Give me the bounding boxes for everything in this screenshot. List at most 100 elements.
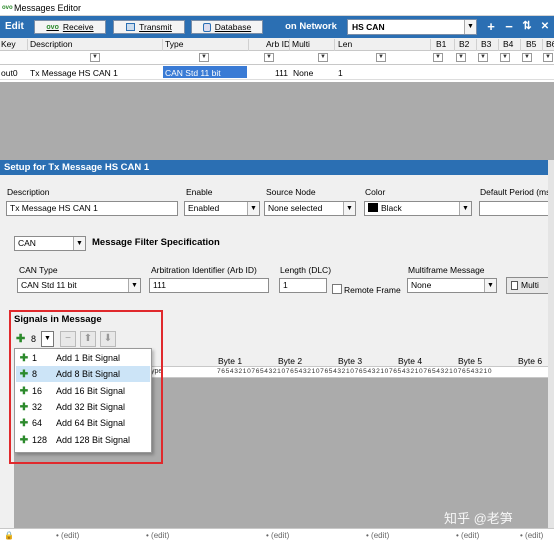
default-period-label: Default Period (ms) — [480, 187, 554, 197]
edit-cell[interactable]: • (edit) — [366, 531, 389, 540]
chevron-down-icon: ▼ — [128, 279, 140, 292]
grid-header: Key Description Type Arb ID Multi Len B1… — [0, 38, 554, 51]
byte-header: Byte 2 — [278, 356, 303, 366]
add-icon[interactable]: + — [484, 20, 498, 34]
toolbar: Edit ovo Receive Transmit Database on Ne… — [0, 16, 554, 38]
arbid-field[interactable]: 111 — [149, 278, 269, 293]
chevron-down-icon: ▼ — [343, 202, 355, 215]
edit-cell[interactable]: • (edit) — [146, 531, 169, 540]
network-select[interactable]: HS CAN ▼ — [347, 19, 477, 35]
col-key[interactable]: Key — [1, 39, 16, 49]
receive-icon: ovo — [46, 23, 59, 31]
multiframe-label: Multiframe Message — [408, 265, 485, 275]
multi-button[interactable]: Multi — [506, 277, 554, 294]
close-icon[interactable]: ✕ — [538, 20, 552, 34]
color-select[interactable]: Black ▼ — [364, 201, 472, 216]
chevron-down-icon: ▼ — [459, 202, 471, 215]
source-node-select[interactable]: None selected ▼ — [264, 201, 356, 216]
filter-icon[interactable]: ▼ — [500, 53, 510, 62]
col-b4[interactable]: B4 — [503, 39, 513, 49]
edit-row: 🔒 • (edit) • (edit) • (edit) • (edit) • … — [0, 528, 554, 543]
col-b1[interactable]: B1 — [436, 39, 446, 49]
chevron-down-icon: ▼ — [247, 202, 259, 215]
remove-icon[interactable]: − — [502, 20, 516, 34]
table-row[interactable]: out0 Tx Message HS CAN 1 CAN Std 11 bit … — [0, 65, 554, 80]
row-description: Tx Message HS CAN 1 — [30, 68, 118, 78]
byte-header: Byte 5 — [458, 356, 483, 366]
row-key: out0 — [1, 68, 18, 78]
filter-icon[interactable]: ▼ — [318, 53, 328, 62]
vertical-scrollbar[interactable] — [548, 160, 554, 530]
col-multi[interactable]: Multi — [292, 39, 310, 49]
window-title: Messages Editor — [14, 3, 82, 13]
filter-icon[interactable]: ▼ — [90, 53, 100, 62]
lock-icon: 🔒 — [4, 531, 14, 540]
multiframe-select[interactable]: None ▼ — [407, 278, 497, 293]
byte-header: Byte 6 — [518, 356, 543, 366]
length-label: Length (DLC) — [280, 265, 332, 275]
receive-button[interactable]: ovo Receive — [34, 20, 106, 34]
protocol-select[interactable]: CAN ▼ — [14, 236, 86, 251]
title-bar: ovo Messages Editor — [0, 0, 554, 16]
default-period-field[interactable] — [479, 201, 551, 216]
on-network-label: on Network — [285, 21, 337, 32]
color-swatch — [368, 203, 378, 212]
can-type-label: CAN Type — [19, 265, 58, 275]
chevron-down-icon: ▼ — [484, 279, 496, 292]
app-icon: ovo — [2, 5, 13, 11]
length-field[interactable]: 1 — [279, 278, 327, 293]
database-icon — [202, 22, 211, 32]
filter-icon[interactable]: ▼ — [543, 53, 553, 62]
transmit-button[interactable]: Transmit — [113, 20, 185, 34]
description-field[interactable]: Tx Message HS CAN 1 — [6, 201, 178, 216]
edit-cell[interactable]: • (edit) — [56, 531, 79, 540]
edit-cell[interactable]: • (edit) — [266, 531, 289, 540]
edit-cell[interactable]: • (edit) — [520, 531, 543, 540]
watermark: 知乎 @老笋 — [444, 511, 513, 526]
color-label: Color — [365, 187, 386, 197]
filter-icon[interactable]: ▼ — [433, 53, 443, 62]
col-arbid[interactable]: Arb ID — [266, 39, 290, 49]
filter-icon[interactable]: ▼ — [376, 53, 386, 62]
col-b2[interactable]: B2 — [459, 39, 469, 49]
col-b3[interactable]: B3 — [481, 39, 491, 49]
byte-header: Byte 4 — [398, 356, 423, 366]
row-multi: None — [293, 68, 314, 78]
setup-title: Setup for Tx Message HS CAN 1 — [0, 160, 554, 175]
bit-indices: 7 6 5 4 3 2 1 0 7 6 5 4 3 2 1 0 7 6 5 4 … — [217, 368, 492, 375]
grid-empty-area — [0, 82, 554, 160]
row-type[interactable]: CAN Std 11 bit — [163, 66, 247, 78]
transmit-icon — [126, 23, 136, 31]
can-type-select[interactable]: CAN Std 11 bit ▼ — [17, 278, 141, 293]
chevron-down-icon: ▼ — [464, 20, 476, 34]
filter-icon[interactable]: ▼ — [264, 53, 274, 62]
col-type[interactable]: Type — [165, 39, 183, 49]
filter-spec-heading: Message Filter Specification — [92, 237, 220, 248]
enable-label: Enable — [186, 187, 213, 197]
database-button[interactable]: Database — [191, 20, 263, 34]
byte-header: Byte 3 — [338, 356, 363, 366]
remote-frame-checkbox[interactable] — [332, 284, 342, 294]
filter-icon[interactable]: ▼ — [522, 53, 532, 62]
arbid-label: Arbitration Identifier (Arb ID) — [151, 265, 257, 275]
enable-select[interactable]: Enabled ▼ — [184, 201, 260, 216]
col-description[interactable]: Description — [30, 39, 73, 49]
move-icon[interactable]: ⇅ — [520, 20, 534, 34]
col-len[interactable]: Len — [338, 39, 352, 49]
filter-icon[interactable]: ▼ — [478, 53, 488, 62]
description-label: Description — [7, 187, 50, 197]
source-node-label: Source Node — [266, 187, 316, 197]
filter-icon[interactable]: ▼ — [456, 53, 466, 62]
filter-icon[interactable]: ▼ — [199, 53, 209, 62]
byte-header: Byte 1 — [218, 356, 243, 366]
edit-menu[interactable]: Edit — [0, 19, 30, 35]
edit-cell[interactable]: • (edit) — [456, 531, 479, 540]
remote-frame-label: Remote Frame — [344, 285, 401, 295]
row-len: 1 — [338, 68, 343, 78]
col-b6[interactable]: B6 — [546, 39, 554, 49]
chevron-down-icon: ▼ — [73, 237, 85, 250]
filter-row: ▼ ▼ ▼ ▼ ▼ ▼ ▼ ▼ ▼ ▼ ▼ — [0, 51, 554, 65]
col-b5[interactable]: B5 — [526, 39, 536, 49]
row-arbid: 111 — [275, 68, 288, 78]
document-icon — [511, 281, 518, 290]
